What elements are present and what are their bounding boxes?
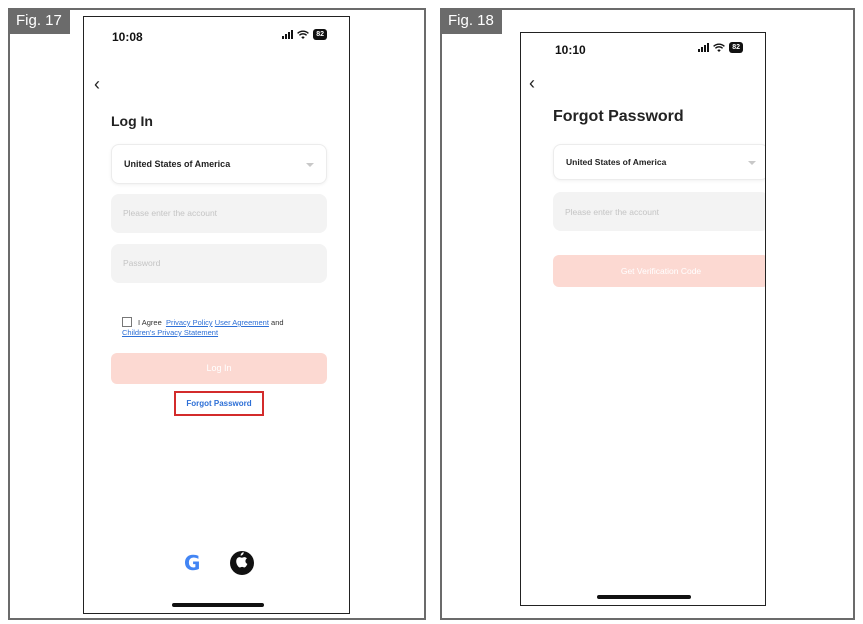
- apple-icon[interactable]: [230, 551, 255, 575]
- back-arrow-icon[interactable]: ‹: [94, 75, 100, 93]
- country-value: United States of America: [124, 159, 231, 169]
- figure-label: Fig. 18: [440, 8, 502, 34]
- privacy-policy-link[interactable]: Privacy Policy: [166, 318, 213, 327]
- back-arrow-icon[interactable]: ‹: [529, 74, 535, 92]
- status-icons: 82: [698, 42, 743, 53]
- forgot-password-link[interactable]: Forgot Password: [176, 393, 262, 414]
- battery-icon: 82: [729, 42, 743, 53]
- status-bar: 10:08 82: [84, 17, 349, 47]
- wifi-icon: [297, 29, 310, 39]
- home-indicator: [597, 595, 691, 599]
- chevron-down-icon: [748, 161, 756, 165]
- country-select[interactable]: United States of America: [553, 144, 765, 180]
- password-input[interactable]: Password: [111, 244, 327, 283]
- figure-17-panel: Fig. 17 10:08 82 ‹ Log In United States …: [8, 8, 426, 620]
- account-input[interactable]: Please enter the account: [111, 194, 327, 233]
- country-select[interactable]: United States of America: [111, 144, 327, 184]
- account-placeholder: Please enter the account: [565, 207, 660, 217]
- agree-checkbox[interactable]: [122, 317, 132, 327]
- phone-screen-forgot-password: 10:10 82 ‹ Forgot Password United States…: [520, 32, 766, 606]
- social-login-row: G: [184, 551, 255, 575]
- home-indicator: [172, 603, 264, 607]
- wifi-icon: [713, 42, 726, 52]
- signal-icon: [698, 43, 710, 52]
- password-placeholder: Password: [123, 258, 161, 268]
- agreement-text: I Agree Privacy Policy User Agreement an…: [122, 317, 327, 338]
- childrens-privacy-link[interactable]: Children's Privacy Statement: [122, 328, 218, 337]
- signal-icon: [282, 30, 294, 39]
- google-icon[interactable]: G: [184, 553, 200, 573]
- page-title: Log In: [111, 113, 153, 129]
- battery-icon: 82: [313, 29, 327, 40]
- status-bar: 10:10 82: [521, 33, 765, 63]
- agree-prefix: I Agree: [138, 318, 162, 327]
- page-title: Forgot Password: [553, 108, 684, 125]
- phone-screen-login: 10:08 82 ‹ Log In United States of Ameri…: [83, 16, 350, 614]
- figure-label: Fig. 17: [8, 8, 70, 34]
- account-input[interactable]: Please enter the account: [553, 192, 765, 231]
- figure-18-panel: Fig. 18 10:10 82 ‹ Forgot Password Unite…: [440, 8, 855, 620]
- user-agreement-link[interactable]: User Agreement: [215, 318, 269, 327]
- country-value: United States of America: [566, 157, 667, 167]
- status-time: 10:08: [112, 30, 143, 44]
- login-button[interactable]: Log In: [111, 353, 327, 384]
- account-placeholder: Please enter the account: [123, 208, 218, 218]
- chevron-down-icon: [306, 163, 314, 167]
- status-icons: 82: [282, 29, 327, 40]
- get-verification-code-button[interactable]: Get Verification Code: [553, 255, 765, 287]
- agree-and: and: [271, 318, 284, 327]
- status-time: 10:10: [555, 43, 586, 57]
- forgot-password-highlight: Forgot Password: [174, 391, 264, 416]
